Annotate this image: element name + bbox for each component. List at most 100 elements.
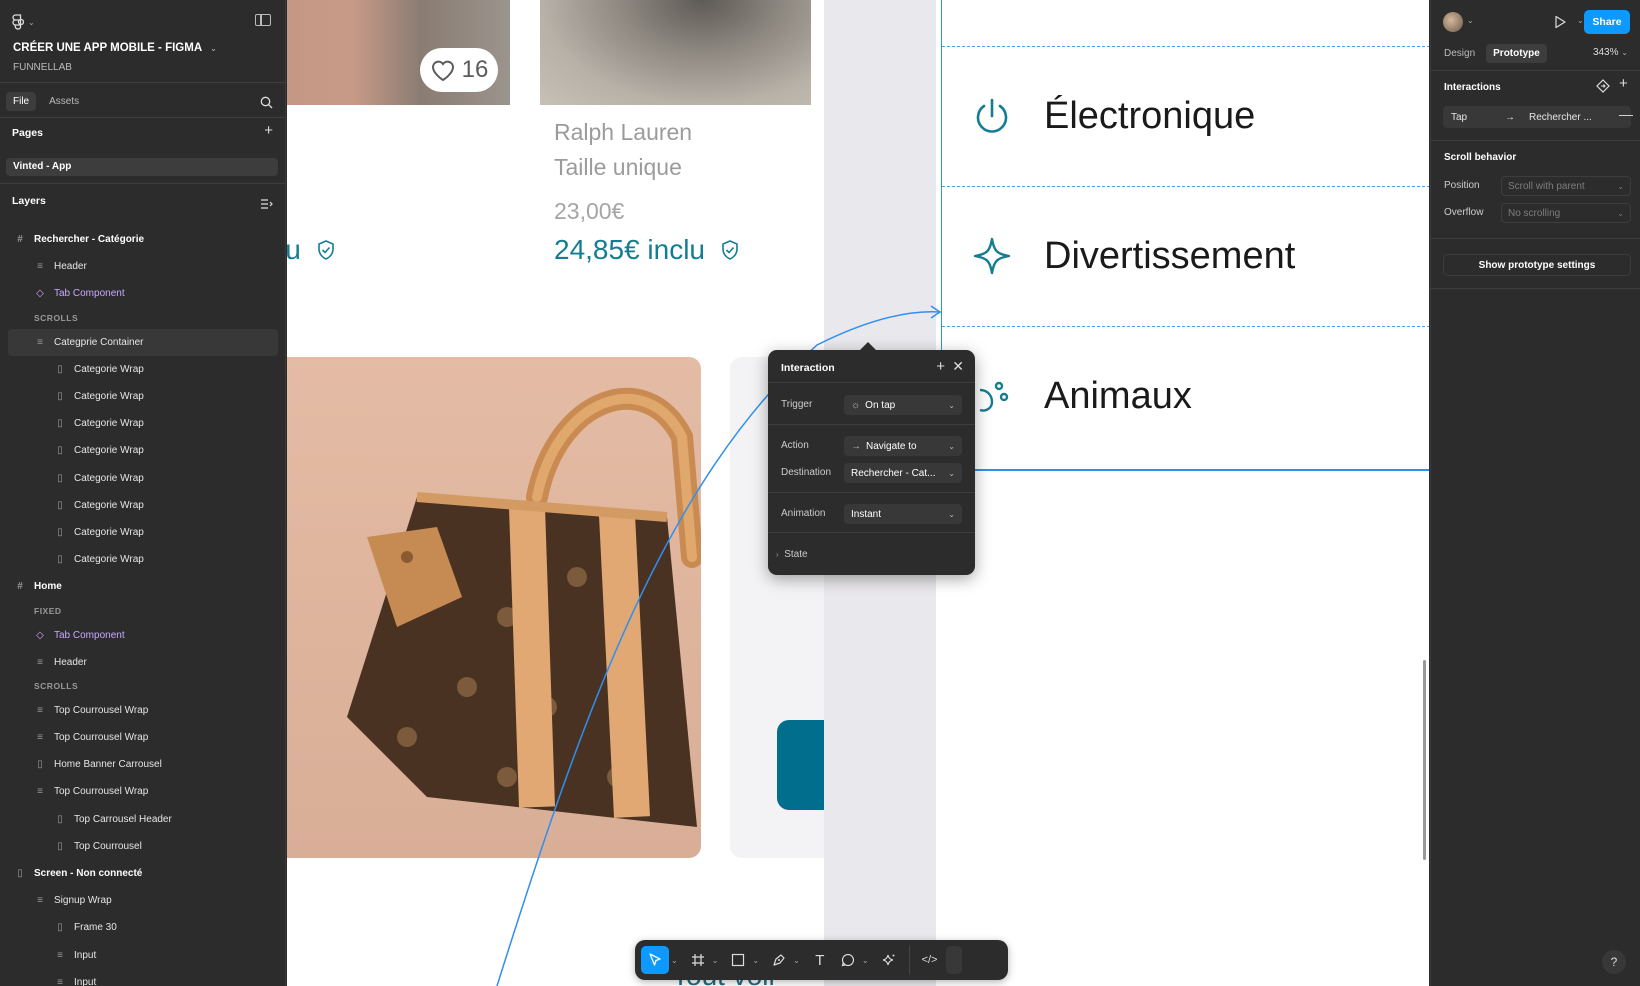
tab-prototype[interactable]: Prototype: [1486, 44, 1547, 63]
layer-item[interactable]: ▯ Top Carrousel Header: [0, 806, 286, 833]
layer-item[interactable]: ≡ Signup Wrap: [0, 887, 286, 914]
tab-design[interactable]: Design: [1437, 44, 1482, 63]
text-tool-button[interactable]: T: [808, 946, 832, 974]
help-button[interactable]: ?: [1602, 950, 1626, 974]
chevron-down-icon: ⌄: [948, 441, 955, 451]
divider: [768, 382, 975, 383]
interactions-heading: Interactions: [1444, 82, 1501, 93]
layer-item[interactable]: ▯ Categorie Wrap: [0, 546, 286, 573]
layer-item[interactable]: ▯ Categorie Wrap: [0, 437, 286, 464]
add-interaction-icon[interactable]: +: [1619, 75, 1628, 92]
tab-assets[interactable]: Assets: [42, 92, 86, 111]
layer-item[interactable]: ▯ Categorie Wrap: [0, 383, 286, 410]
tab-file[interactable]: File: [6, 92, 37, 111]
layer-item[interactable]: ≡ Header: [0, 253, 286, 280]
chevron-down-icon[interactable]: ⌄: [862, 956, 869, 965]
layer-item[interactable]: ◇ Tab Component: [0, 621, 286, 648]
chevron-down-icon[interactable]: ⌄: [671, 956, 678, 965]
layer-item[interactable]: ▯ Categorie Wrap: [0, 519, 286, 546]
layer-item[interactable]: ≡ Top Courrousel Wrap: [0, 724, 286, 751]
chevron-down-icon: ⌄: [948, 468, 955, 478]
dev-mode-toggle[interactable]: [945, 946, 962, 974]
toolbar-divider: [908, 946, 910, 974]
trigger-select[interactable]: ☼ On tap ⌄: [844, 395, 962, 415]
pen-icon: [773, 954, 785, 966]
chevron-down-icon[interactable]: ⌄: [752, 956, 759, 965]
present-play-icon[interactable]: [1553, 15, 1567, 29]
layer-item[interactable]: ≡ Header: [0, 649, 286, 676]
layer-item[interactable]: ≡ Input: [0, 969, 286, 986]
sidebar-toggle-icon[interactable]: [255, 14, 271, 26]
chevron-down-icon[interactable]: ⌄: [1467, 16, 1474, 25]
action-label: Action: [781, 440, 809, 451]
chevron-down-icon: ⌄: [1617, 208, 1624, 218]
show-prototype-settings-button[interactable]: Show prototype settings: [1443, 254, 1631, 276]
canvas-scrollbar[interactable]: [1423, 660, 1426, 860]
flow-starting-point-icon[interactable]: [1596, 79, 1610, 93]
divider: [0, 82, 286, 83]
search-icon[interactable]: [260, 96, 273, 109]
layer-item[interactable]: ≡ Input: [0, 942, 286, 969]
destination-select[interactable]: Rechercher - Cat... ⌄: [844, 463, 962, 483]
chevron-down-icon: ⌄: [210, 43, 217, 53]
animation-select[interactable]: Instant ⌄: [844, 504, 962, 524]
file-title[interactable]: CRÉER UNE APP MOBILE - FIGMA ⌄: [13, 42, 217, 54]
actions-tool-button[interactable]: [877, 946, 901, 974]
auto-layout-vertical-icon: ≡: [37, 656, 43, 668]
auto-layout-horizontal-icon: ▯: [37, 759, 43, 771]
add-icon[interactable]: +: [936, 358, 945, 375]
layer-item[interactable]: ▯ Frame 30: [0, 914, 286, 941]
chevron-down-icon[interactable]: ⌄: [712, 956, 719, 965]
layer-item[interactable]: ▯ Categorie Wrap: [0, 410, 286, 437]
layer-item[interactable]: # Rechercher - Catégorie: [0, 226, 286, 253]
close-icon[interactable]: ✕: [952, 358, 964, 375]
pen-tool-button[interactable]: [767, 946, 791, 974]
auto-layout-horizontal-icon: ▯: [57, 840, 63, 852]
rectangle-icon: [732, 953, 745, 967]
dev-mode-button[interactable]: </>: [918, 946, 942, 974]
page-item-current[interactable]: Vinted - App: [6, 158, 278, 176]
frame-tool-button[interactable]: [686, 946, 710, 974]
layer-label: Top Courrousel Wrap: [54, 732, 149, 744]
right-sidebar: ⌄ ⌄ Share Design Prototype 343% ⌄ Intera…: [1423, 0, 1640, 986]
zoom-control[interactable]: 343% ⌄: [1593, 47, 1628, 58]
layer-item[interactable]: ▯ Categorie Wrap: [0, 492, 286, 519]
layer-label: Top Carrousel Header: [74, 813, 172, 825]
frame-icon: #: [17, 581, 23, 593]
layer-item[interactable]: ◇ Tab Component: [0, 280, 286, 307]
layer-label: Top Courrousel Wrap: [54, 704, 149, 716]
avatar[interactable]: [1443, 12, 1463, 32]
figma-logo-icon: [12, 14, 24, 30]
auto-layout-horizontal-icon: ▯: [57, 922, 63, 934]
shape-tool-button[interactable]: [726, 946, 750, 974]
chevron-down-icon[interactable]: ⌄: [793, 956, 800, 965]
layer-section-label: SCROLLS: [0, 308, 286, 329]
layer-item[interactable]: ≡ Top Courrousel Wrap: [0, 778, 286, 805]
layer-item[interactable]: ▯ Categorie Wrap: [0, 465, 286, 492]
position-select[interactable]: Scroll with parent ⌄: [1501, 176, 1631, 196]
layer-item[interactable]: ▯ Screen - Non connecté: [0, 860, 286, 887]
layer-list-icon[interactable]: [261, 199, 273, 209]
layer-label: Top Courrousel Wrap: [54, 786, 149, 798]
chevron-down-icon[interactable]: ⌄: [1577, 16, 1584, 25]
add-page-icon[interactable]: +: [264, 122, 273, 139]
state-toggle[interactable]: › State: [776, 549, 808, 560]
layer-label: Home: [34, 581, 62, 593]
layer-item[interactable]: # Home: [0, 573, 286, 600]
move-tool-button[interactable]: [641, 946, 669, 974]
share-button[interactable]: Share: [1584, 10, 1630, 34]
layer-item[interactable]: ≡ Categprie Container: [8, 328, 278, 356]
layer-item[interactable]: ▯ Home Banner Carrousel: [0, 751, 286, 778]
divider: [0, 183, 286, 184]
figma-menu[interactable]: ⌄: [12, 14, 35, 30]
layer-item[interactable]: ▯ Categorie Wrap: [0, 356, 286, 383]
layer-item[interactable]: ≡ Top Courrousel Wrap: [0, 697, 286, 724]
interaction-row[interactable]: Tap → Rechercher ...: [1443, 106, 1631, 128]
layer-item[interactable]: ▯ Top Courrousel: [0, 833, 286, 860]
auto-layout-horizontal-icon: ▯: [57, 391, 63, 403]
action-select[interactable]: → Navigate to ⌄: [844, 436, 962, 456]
comment-tool-button[interactable]: [836, 946, 860, 974]
remove-interaction-icon[interactable]: —: [1619, 106, 1633, 122]
overflow-select[interactable]: No scrolling ⌄: [1501, 203, 1631, 223]
layer-label: Categorie Wrap: [74, 526, 144, 538]
